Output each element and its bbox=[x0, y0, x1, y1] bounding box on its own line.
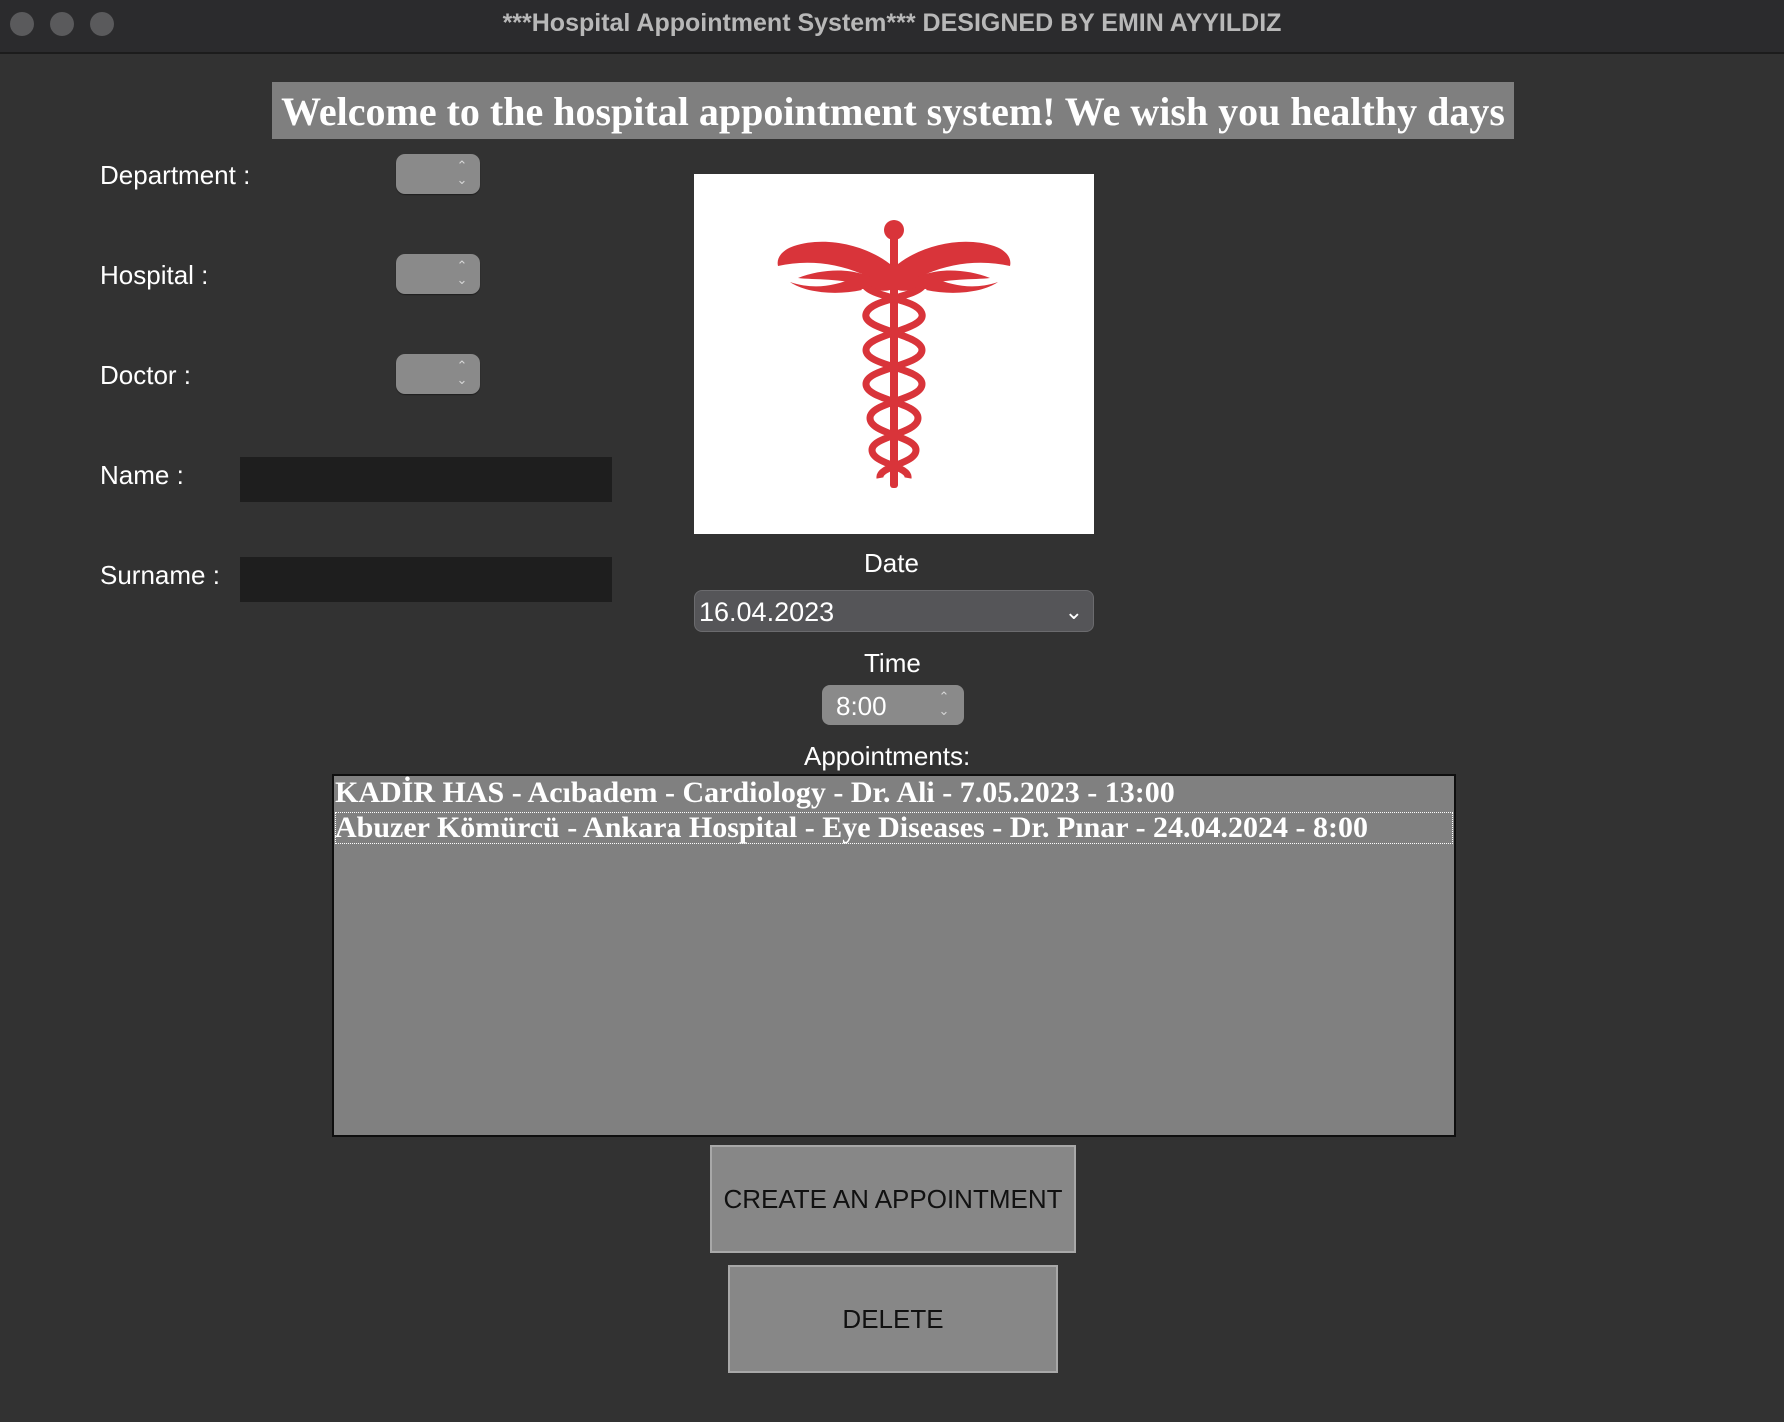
list-item[interactable]: Abuzer Kömürcü - Ankara Hospital - Eye D… bbox=[334, 811, 1454, 845]
create-appointment-button[interactable]: CREATE AN APPOINTMENT bbox=[710, 1145, 1076, 1253]
surname-input[interactable] bbox=[240, 557, 612, 602]
appointments-label: Appointments: bbox=[804, 741, 971, 771]
name-input[interactable] bbox=[240, 457, 612, 502]
up-down-arrows-icon: ⌃ ⌄ bbox=[456, 358, 468, 387]
date-value: 16.04.2023 bbox=[699, 597, 835, 627]
welcome-banner: Welcome to the hospital appointment syst… bbox=[272, 82, 1514, 139]
appointments-listbox[interactable]: KADİR HAS - Acıbadem - Cardiology - Dr. … bbox=[332, 774, 1456, 1137]
name-label: Name : bbox=[100, 460, 184, 490]
window-title: ***Hospital Appointment System*** DESIGN… bbox=[502, 9, 1282, 37]
window-titlebar: ***Hospital Appointment System*** DESIGN… bbox=[0, 0, 1784, 54]
hospital-label: Hospital : bbox=[100, 260, 209, 290]
time-label: Time bbox=[864, 648, 921, 678]
up-down-arrows-icon: ⌃ ⌄ bbox=[456, 158, 468, 187]
hospital-select[interactable]: ⌃ ⌄ bbox=[396, 254, 480, 294]
list-item[interactable]: KADİR HAS - Acıbadem - Cardiology - Dr. … bbox=[334, 776, 1454, 810]
up-down-arrows-icon: ⌃ ⌄ bbox=[456, 258, 468, 287]
date-label: Date bbox=[864, 548, 919, 578]
chevron-down-icon: ⌄ bbox=[1064, 599, 1083, 624]
doctor-select[interactable]: ⌃ ⌄ bbox=[396, 354, 480, 394]
time-value: 8:00 bbox=[836, 691, 887, 721]
department-label: Department : bbox=[100, 160, 251, 190]
delete-button[interactable]: DELETE bbox=[728, 1265, 1058, 1373]
hospital-logo bbox=[694, 174, 1094, 534]
doctor-label: Doctor : bbox=[100, 360, 192, 390]
up-down-arrows-icon: ⌃ ⌄ bbox=[938, 689, 950, 718]
department-select[interactable]: ⌃ ⌄ bbox=[396, 154, 480, 194]
time-spinbox[interactable]: 8:00 ⌃ ⌄ bbox=[822, 685, 964, 725]
date-picker[interactable]: 16.04.2023 ⌄ bbox=[694, 590, 1094, 632]
caduceus-icon bbox=[777, 220, 1011, 488]
surname-label: Surname : bbox=[100, 560, 220, 590]
